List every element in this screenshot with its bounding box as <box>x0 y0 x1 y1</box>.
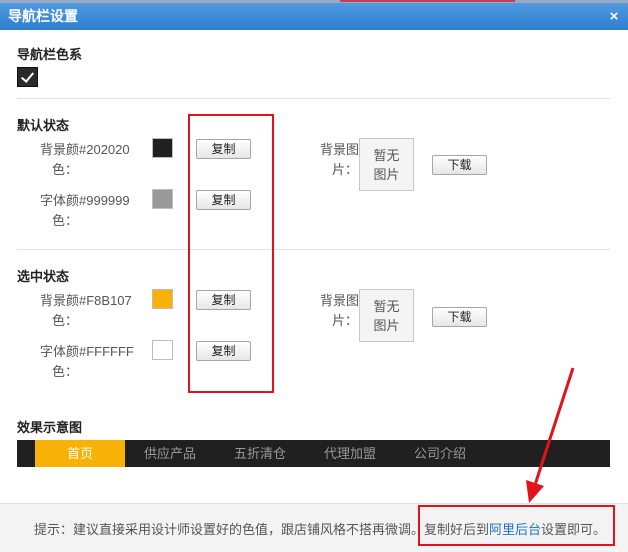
annotation-arrow-icon <box>526 367 575 503</box>
